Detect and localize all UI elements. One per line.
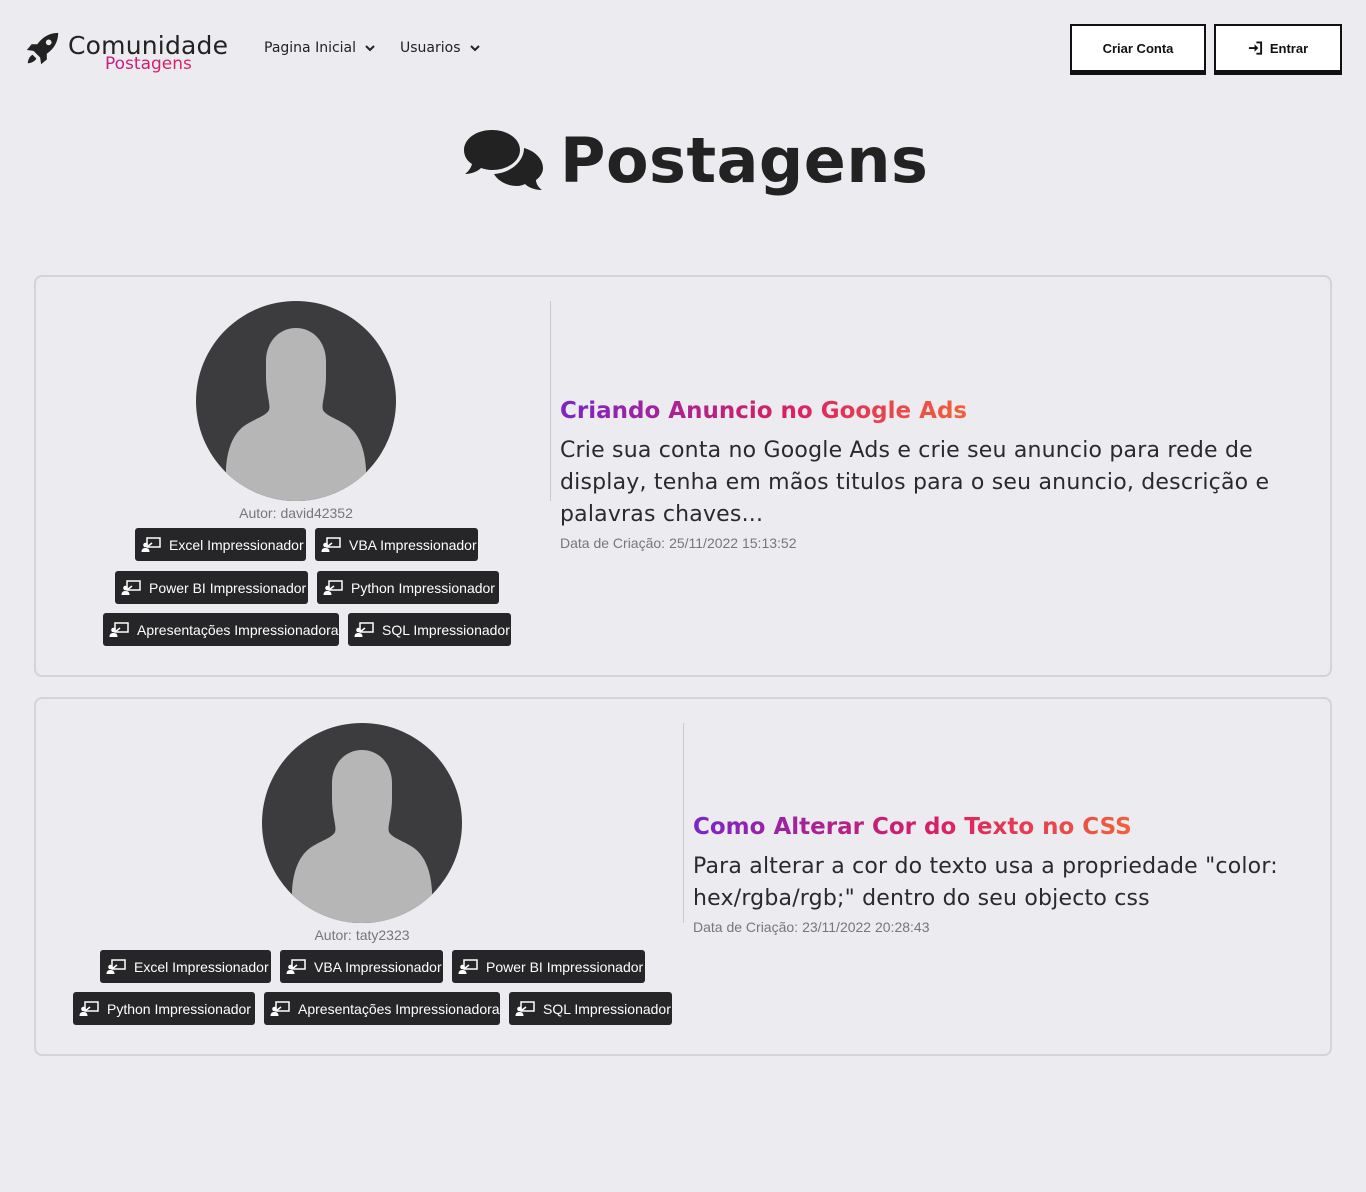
comments-icon: [464, 130, 543, 190]
rocket-icon: [26, 32, 59, 65]
presentation-icon: [354, 621, 374, 637]
course-badge: Apresentações Impressionadora: [264, 992, 500, 1025]
course-badge-label: Python Impressionador: [351, 579, 495, 596]
date-value: 23/11/2022 20:28:43: [802, 919, 930, 935]
date-label: Data de Criação:: [693, 919, 799, 935]
nav-pagina-inicial[interactable]: Pagina Inicial: [264, 40, 376, 56]
create-account-label: Criar Conta: [1102, 40, 1174, 56]
post-body: Para alterar a cor do texto usa a propri…: [693, 854, 1278, 911]
presentation-icon: [79, 1000, 99, 1016]
chevron-down-icon: [365, 45, 375, 52]
course-badge: VBA Impressionador: [280, 950, 443, 983]
course-badge-label: VBA Impressionador: [314, 958, 442, 975]
presentation-icon: [321, 536, 341, 552]
post-card[interactable]: Autor: david42352 Excel Impressionador VB…: [34, 275, 1332, 677]
post-body: Crie sua conta no Google Ads e crie seu …: [560, 438, 1270, 527]
author-label: Autor:: [314, 927, 352, 943]
presentation-icon: [106, 958, 126, 974]
course-badge: Apresentações Impressionadora: [103, 613, 339, 646]
course-badge-label: Python Impressionador: [107, 1000, 251, 1017]
brand-subtitle: Postagens: [105, 54, 192, 74]
course-badge-label: Power BI Impressionador: [149, 579, 307, 596]
course-badge-label: VBA Impressionador: [349, 536, 477, 553]
user-silhouette-icon: [292, 750, 432, 923]
course-badge-label: Power BI Impressionador: [486, 958, 644, 975]
course-badge: Power BI Impressionador: [115, 571, 308, 604]
post-title[interactable]: Criando Anuncio no Google Ads: [560, 398, 967, 424]
author-name[interactable]: david42352: [280, 505, 352, 521]
course-badge: VBA Impressionador: [315, 528, 478, 561]
login-button[interactable]: Entrar: [1214, 24, 1342, 75]
date-value: 25/11/2022 15:13:52: [669, 535, 797, 551]
author-label: Autor:: [239, 505, 277, 521]
author-line: Autor: david42352: [146, 505, 446, 521]
course-badge-label: SQL Impressionador: [543, 1000, 671, 1017]
login-label: Entrar: [1269, 40, 1309, 56]
presentation-icon: [286, 958, 306, 974]
brand-logo[interactable]: Comunidade Postagens: [24, 28, 244, 74]
author-line: Autor: taty2323: [212, 927, 512, 943]
page-title: Postagens: [462, 122, 928, 198]
date-label: Data de Criação:: [560, 535, 666, 551]
course-badge: SQL Impressionador: [348, 613, 511, 646]
author-name[interactable]: taty2323: [356, 927, 410, 943]
post-title[interactable]: Como Alterar Cor do Texto no CSS: [693, 814, 1132, 840]
presentation-icon: [121, 579, 141, 595]
post-card[interactable]: Autor: taty2323 Excel Impressionador VBA …: [34, 697, 1332, 1056]
divider: [683, 723, 684, 923]
nav-label: Pagina Inicial: [264, 40, 357, 56]
presentation-icon: [109, 621, 129, 637]
course-badge: Excel Impressionador: [135, 528, 306, 561]
create-account-button[interactable]: Criar Conta: [1070, 24, 1206, 75]
avatar[interactable]: [262, 723, 462, 923]
post-date: Data de Criação: 25/11/2022 15:13:52: [560, 535, 796, 551]
course-badge: SQL Impressionador: [509, 992, 672, 1025]
sign-in-icon: [1248, 41, 1262, 55]
course-badge: Python Impressionador: [317, 571, 499, 604]
course-badge: Python Impressionador: [73, 992, 255, 1025]
course-badge: Excel Impressionador: [100, 950, 271, 983]
presentation-icon: [270, 1000, 290, 1016]
presentation-icon: [515, 1000, 535, 1016]
avatar[interactable]: [196, 301, 396, 501]
course-badge-label: Apresentações Impressionadora: [298, 1000, 500, 1017]
presentation-icon: [323, 579, 343, 595]
course-badge-label: Apresentações Impressionadora: [137, 621, 339, 638]
presentation-icon: [458, 958, 478, 974]
page-title-text: Postagens: [560, 123, 929, 197]
nav-usuarios[interactable]: Usuarios: [400, 40, 481, 56]
course-badge: Power BI Impressionador: [452, 950, 645, 983]
course-badge-label: SQL Impressionador: [382, 621, 510, 638]
presentation-icon: [141, 536, 161, 552]
course-badge-label: Excel Impressionador: [169, 536, 304, 553]
divider: [550, 301, 551, 501]
chevron-down-icon: [469, 45, 480, 52]
course-badge-label: Excel Impressionador: [134, 958, 269, 975]
user-silhouette-icon: [226, 328, 366, 501]
post-date: Data de Criação: 23/11/2022 20:28:43: [693, 919, 929, 935]
nav-label: Usuarios: [400, 40, 461, 56]
